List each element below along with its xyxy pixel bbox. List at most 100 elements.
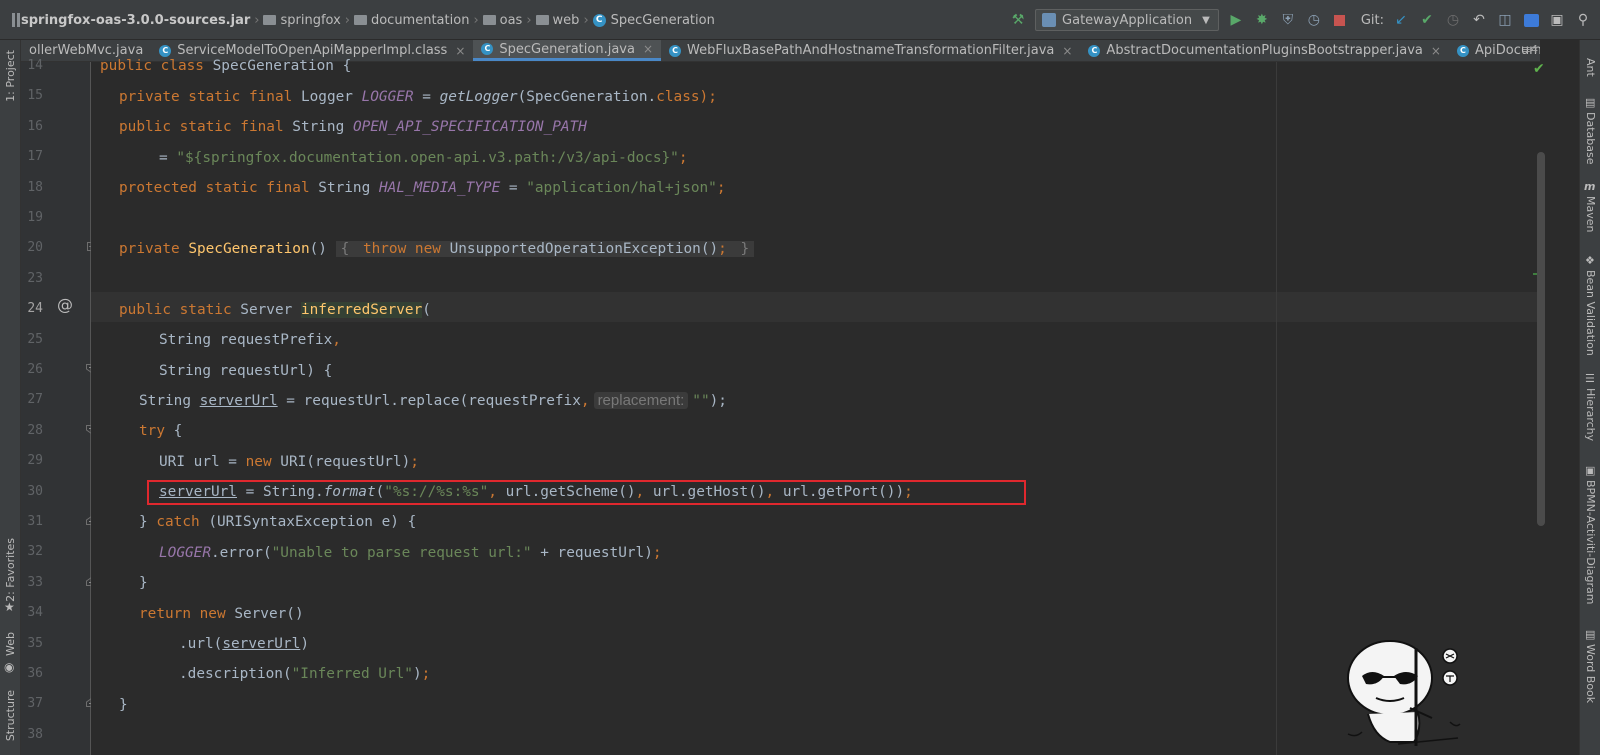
code-token: String [292,119,353,135]
line-number: 15 [27,88,43,103]
code-token: } [119,697,128,713]
project-structure-icon[interactable]: ◫ [1496,11,1514,29]
word-book-icon: ▤ [1585,628,1596,641]
tabs-overflow-button[interactable]: ≡4 [1522,43,1538,56]
coverage-icon[interactable]: ⛨ [1279,11,1297,29]
code-token: public class [100,58,213,74]
code-token: String [318,180,379,196]
git-label: Git: [1360,12,1384,28]
tab-webflux-filter[interactable]: C WebFluxBasePathAndHostnameTransformatio… [661,40,1080,61]
hierarchy-icon: ☰ [1585,372,1595,385]
run-configuration-select[interactable]: GatewayApplication ▼ [1035,9,1219,31]
code-line-17: = "${springfox.documentation.open-api.v3… [159,148,688,168]
code-line-24: public static Server inferredServer( [119,300,431,320]
structure-tool-window-button[interactable]: Structure [4,690,17,741]
line-number: 35 [27,636,43,651]
breadcrumb-separator: › [254,12,260,28]
code-token: ) [412,666,422,682]
close-icon[interactable]: × [1431,44,1441,58]
code-line-29: URI url = new URI(requestUrl); [159,452,419,472]
line-number: 38 [27,727,43,742]
translate-icon[interactable] [1522,11,1540,29]
breadcrumb-item-jar[interactable]: springfox-oas-3.0.0-sources.jar [8,13,250,28]
breadcrumb-item-web[interactable]: web [535,13,579,28]
maven-tool-window-button[interactable]: Maven [1584,196,1597,232]
code-token: new [245,454,281,470]
code-token: private [119,241,189,257]
breadcrumb-item-springfox[interactable]: springfox [263,13,341,28]
code-token: getLogger [439,89,518,105]
database-tool-window-button[interactable]: Database [1584,112,1597,165]
breadcrumb-item-oas[interactable]: oas [482,12,523,28]
search-icon[interactable]: ⚲ [1574,11,1592,29]
code-token: (URISyntaxException e) { [208,514,417,530]
line-number: 23 [27,271,43,286]
hierarchy-tool-window-button[interactable]: Hierarchy [1584,388,1597,441]
git-commit-icon[interactable]: ✔ [1418,11,1436,29]
breadcrumb-item-documentation[interactable]: documentation [353,13,469,28]
code-line-33: } [139,573,148,593]
globe-icon: ◉ [4,660,15,674]
code-token: public static final [119,119,293,135]
word-book-tool-window-button[interactable]: Word Book [1584,644,1597,703]
close-icon[interactable]: × [643,42,653,56]
code-editor[interactable]: public class SpecGeneration { private st… [91,58,1539,755]
code-token: public static [119,302,241,318]
editor-gutter: 14 15 16 17 18 19 20 23 24 25 26 27 28 2… [21,58,97,755]
git-update-icon[interactable]: ↙ [1392,11,1410,29]
line-number: 28 [27,423,43,438]
bean-validation-icon: ❖ [1585,254,1595,267]
code-line-20: private SpecGeneration() { throw new Uns… [119,239,755,259]
maven-icon: m [1584,180,1596,193]
code-token: String requestUrl) { [159,363,333,379]
ant-tool-window-button[interactable]: Ant [1584,58,1597,77]
bpmn-tool-window-button[interactable]: BPMN-Activiti-Diagram [1584,480,1597,605]
breadcrumb-separator: › [583,12,589,28]
favorites-tool-window-button[interactable]: 2: Favorites [4,538,17,602]
folded-code-marker[interactable]: { [335,241,363,257]
code-token: = [159,150,177,166]
breadcrumb-item-specgeneration[interactable]: C SpecGeneration [592,12,715,28]
code-line-15: private static final Logger LOGGER = get… [119,87,717,107]
line-number: 24 [27,301,43,316]
code-token: String [139,393,200,409]
breadcrumb-label: oas [499,12,523,28]
folder-icon [353,15,367,25]
project-tool-window-button[interactable]: 1: Project [4,50,17,102]
revert-icon[interactable]: ↶ [1470,11,1488,29]
build-hammer-icon[interactable]: ⚒ [1009,11,1027,29]
profile-icon[interactable]: ◷ [1305,11,1323,29]
code-token: catch [156,514,209,530]
code-token: return new [139,606,235,622]
tab-specgeneration[interactable]: C SpecGeneration.java × [473,40,662,61]
main-toolbar: ⚒ GatewayApplication ▼ ▶ ✸ ⛨ ◷ Git: ↙ ✔ … [1009,9,1592,31]
line-number: 17 [27,149,43,164]
vertical-scrollbar[interactable] [1537,152,1545,526]
code-token: LOGGER [361,89,414,105]
run-icon[interactable]: ▶ [1227,11,1245,29]
close-icon[interactable]: × [1062,44,1072,58]
run-configuration-label: GatewayApplication [1062,12,1193,28]
code-token: URI url = [159,454,246,470]
code-token: "Unable to parse request url:" [271,545,532,561]
line-number: 32 [27,544,43,559]
code-token: serverUrl [199,393,278,409]
bean-validation-tool-window-button[interactable]: Bean Validation [1584,270,1597,356]
presentation-icon[interactable]: ▣ [1548,11,1566,29]
code-token: HAL_MEDIA_TYPE [378,180,501,196]
stop-icon[interactable] [1331,11,1349,29]
override-marker-icon[interactable]: @ [57,295,73,314]
close-icon[interactable]: × [455,44,465,58]
code-token: try [139,423,165,439]
code-token: Server [240,302,301,318]
tab-bootstrapper[interactable]: C AbstractDocumentationPluginsBootstrappe… [1080,40,1449,61]
code-token: "${springfox.documentation.open-api.v3.p… [176,150,679,166]
folder-icon [535,15,549,25]
web-tool-window-button[interactable]: Web [4,632,17,656]
breadcrumb-label: SpecGeneration [610,12,715,28]
code-line-25: String requestPrefix, [159,330,341,350]
debug-icon[interactable]: ✸ [1253,11,1271,29]
git-history-icon[interactable]: ◷ [1444,11,1462,29]
class-icon: C [159,44,172,57]
folded-code-marker[interactable]: } [735,241,755,257]
